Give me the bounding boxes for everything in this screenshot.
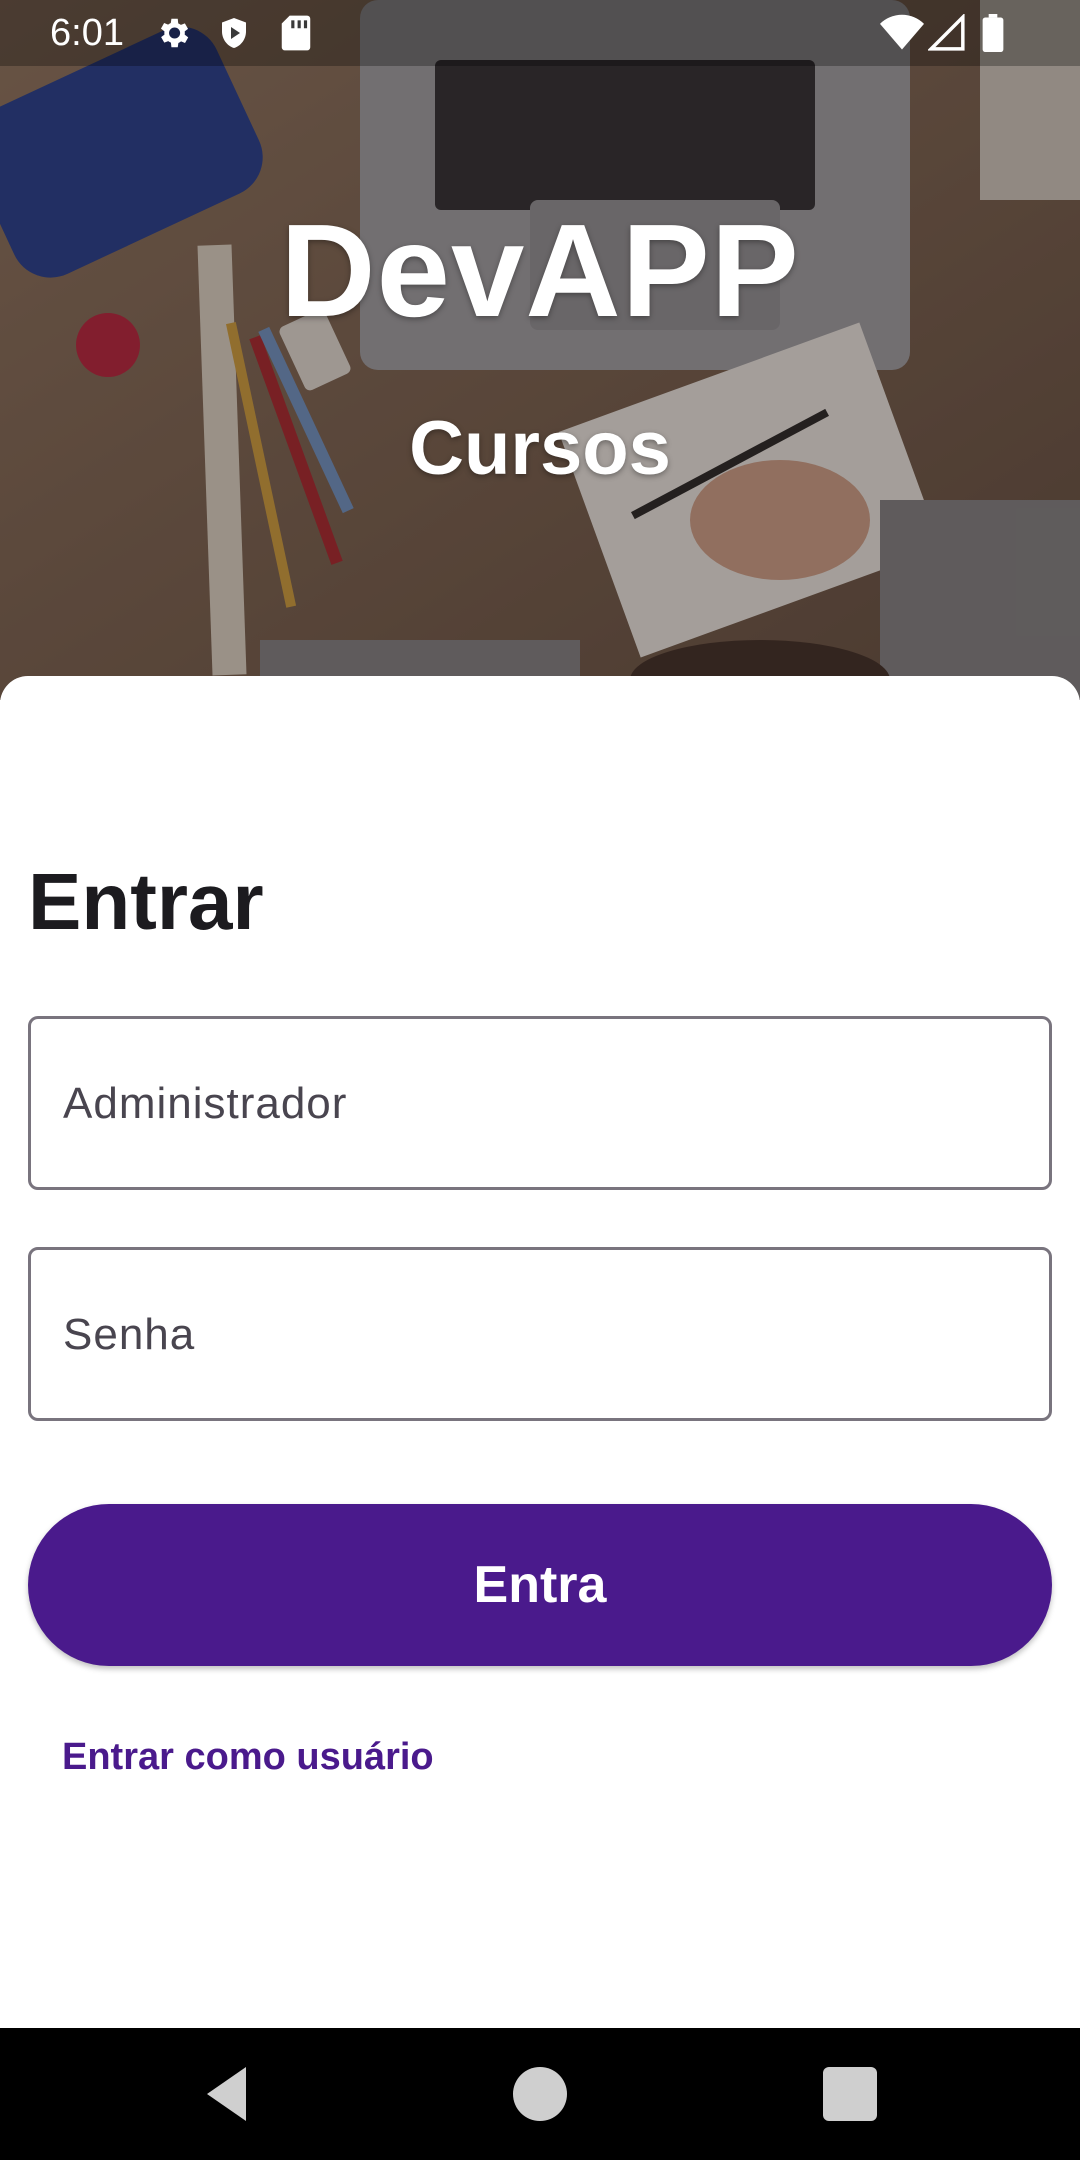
wifi-icon	[880, 14, 924, 50]
shield-icon	[222, 18, 246, 48]
username-input[interactable]	[61, 1019, 1025, 1189]
back-icon[interactable]	[192, 2058, 264, 2130]
login-card: Entrar Entra Entrar como usuário	[0, 676, 1080, 2028]
navigation-bar	[0, 2028, 1080, 2160]
sd-card-icon	[281, 15, 311, 51]
settings-icon	[160, 18, 189, 48]
hero-banner: DevAPP Cursos	[0, 0, 1080, 700]
recents-icon[interactable]	[814, 2058, 886, 2130]
password-input[interactable]	[61, 1250, 1025, 1420]
app-title: DevAPP	[280, 197, 800, 344]
hero-overlay	[0, 0, 1080, 700]
status-bar: 6:01	[0, 0, 1080, 66]
login-button[interactable]: Entra	[28, 1504, 1052, 1666]
login-heading: Entrar	[28, 857, 264, 946]
home-icon[interactable]	[504, 2058, 576, 2130]
status-time: 6:01	[50, 12, 124, 54]
signal-icon	[928, 14, 965, 51]
password-field[interactable]	[28, 1247, 1052, 1421]
username-field[interactable]	[28, 1016, 1052, 1190]
battery-icon	[982, 14, 1004, 52]
app-subtitle: Cursos	[409, 406, 671, 491]
login-as-user-link[interactable]: Entrar como usuário	[62, 1736, 434, 1779]
